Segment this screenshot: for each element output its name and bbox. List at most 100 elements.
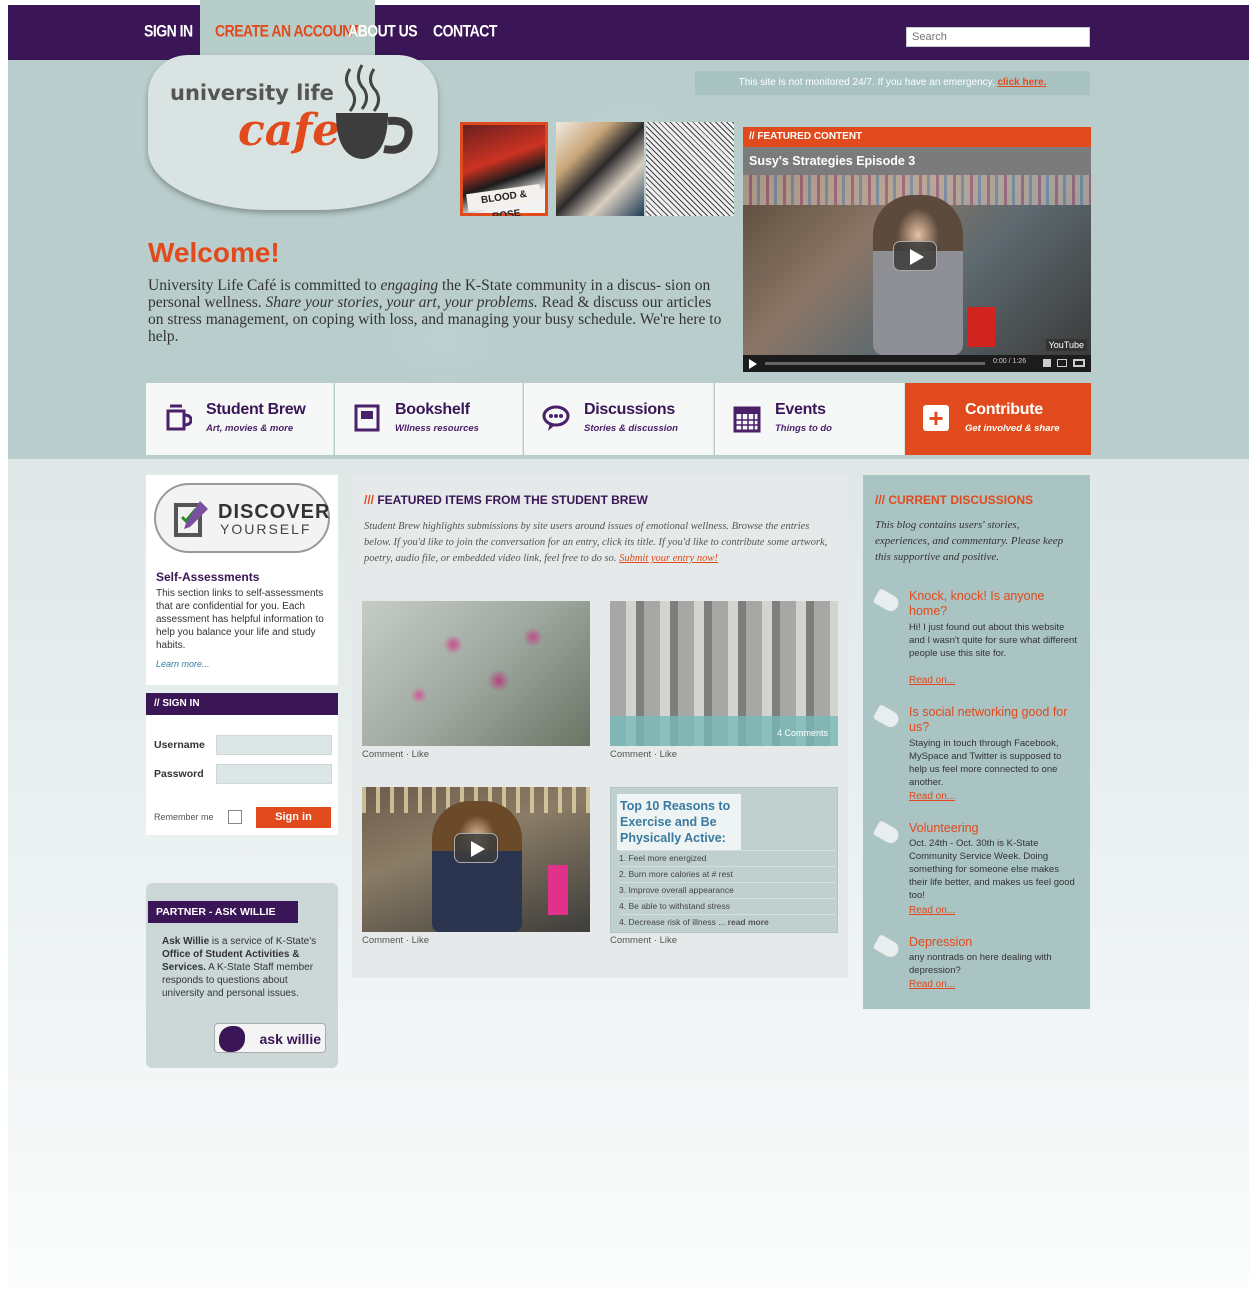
logo-text-university-life: university life bbox=[170, 81, 334, 105]
self-assessments-title[interactable]: Self-Assessments bbox=[156, 570, 259, 584]
ask-willie-logo[interactable]: ask willie bbox=[214, 1023, 326, 1053]
book-icon bbox=[354, 404, 380, 432]
read-more-link[interactable]: read more bbox=[728, 917, 769, 927]
tab-events-sub: Things to do bbox=[775, 423, 832, 434]
username-field[interactable] bbox=[216, 735, 332, 755]
ask-willie-text: Ask Willie is a service of K-State's Off… bbox=[162, 935, 332, 1000]
like-link[interactable]: Like bbox=[660, 935, 677, 946]
youtube-logo[interactable]: YouTube bbox=[1045, 339, 1087, 351]
brew-item-flowers-meta: Comment · Like bbox=[362, 749, 430, 760]
tab-events[interactable]: Events Things to do bbox=[715, 383, 905, 455]
tag-icon bbox=[872, 704, 902, 730]
brew-item-video[interactable] bbox=[362, 787, 590, 932]
comments-count[interactable]: 4 Comments bbox=[777, 728, 828, 738]
tab-student-brew[interactable]: Student Brew Art, movies & more bbox=[146, 383, 334, 455]
tab-bookshelf-sub: Wllness resources bbox=[395, 423, 479, 434]
brew-item-silos[interactable]: 4 Comments bbox=[610, 601, 838, 746]
yourself-text: YOURSELF bbox=[220, 521, 312, 537]
discussion-title[interactable]: Volunteering bbox=[909, 821, 1079, 836]
remember-me-label: Remember me bbox=[154, 812, 214, 822]
video-person bbox=[873, 195, 963, 355]
video-presenter bbox=[432, 801, 522, 932]
emergency-text: This site is not monitored 24/7. If you … bbox=[738, 77, 995, 88]
signin-header: // SIGN IN bbox=[146, 693, 338, 715]
read-on-link[interactable]: Read on... bbox=[909, 791, 955, 802]
top10-meta: Comment · Like bbox=[610, 935, 678, 946]
plus-icon: + bbox=[923, 405, 949, 431]
video-controls: 0:00 / 1:26 bbox=[743, 355, 1091, 372]
discussion-body: Hi! I just found out about this website … bbox=[909, 622, 1077, 659]
wildcat-icon bbox=[219, 1026, 245, 1052]
thumbnail-blood-rose[interactable]: BLOOD & ROSE bbox=[460, 122, 548, 216]
remember-me-checkbox[interactable] bbox=[228, 810, 242, 824]
comment-link[interactable]: Comment bbox=[610, 749, 651, 760]
student-brew-header: /// FEATURED ITEMS FROM THE STUDENT BREW bbox=[364, 493, 648, 507]
current-discussions-header-text: CURRENT DISCUSSIONS bbox=[885, 493, 1034, 507]
read-on-link[interactable]: Read on... bbox=[909, 979, 955, 990]
student-brew-panel: /// FEATURED ITEMS FROM THE STUDENT BREW… bbox=[352, 475, 848, 978]
discussion-title[interactable]: Is social networking good for us? bbox=[909, 705, 1079, 735]
featured-title[interactable]: Susy's Strategies Episode 3 bbox=[743, 147, 1091, 175]
video-time: 0:00 / 1:26 bbox=[993, 358, 1027, 365]
cup-icon bbox=[166, 404, 192, 431]
learn-more-link[interactable]: Learn more... bbox=[156, 659, 210, 669]
current-discussions-panel: /// CURRENT DISCUSSIONS This blog contai… bbox=[863, 475, 1090, 1009]
read-on-link[interactable]: Read on... bbox=[909, 905, 955, 916]
video-progress-bar[interactable] bbox=[765, 362, 985, 365]
like-link[interactable]: Like bbox=[412, 749, 429, 760]
password-label: Password bbox=[154, 768, 204, 780]
featured-video[interactable]: YouTube bbox=[743, 175, 1091, 355]
welcome-title: Welcome! bbox=[148, 237, 280, 268]
discussion-body: Staying in touch through Facebook, MySpa… bbox=[909, 738, 1062, 788]
nav-contact[interactable]: CONTACT bbox=[433, 0, 497, 66]
welcome-text: University Life Café is committed to eng… bbox=[148, 277, 728, 345]
thumbnail-artwork-3[interactable] bbox=[646, 122, 734, 216]
password-field[interactable] bbox=[216, 764, 332, 784]
username-label: Username bbox=[154, 739, 205, 751]
read-on-link[interactable]: Read on... bbox=[909, 675, 955, 686]
comment-link[interactable]: Comment bbox=[610, 935, 651, 946]
clipboard-icon bbox=[174, 501, 208, 537]
play-button[interactable] bbox=[454, 833, 498, 863]
play-button[interactable] bbox=[893, 241, 937, 271]
discussion-title[interactable]: Knock, knock! Is anyone home? bbox=[909, 589, 1079, 619]
tab-bookshelf[interactable]: Bookshelf Wllness resources bbox=[335, 383, 523, 455]
current-discussions-header-prefix: /// bbox=[875, 493, 886, 507]
signin-form: Username Password Remember me Sign in bbox=[146, 715, 338, 835]
ask-willie-name: Ask Willie bbox=[162, 936, 210, 947]
tab-contribute-sub: Get involved & share bbox=[965, 423, 1060, 434]
discover-yourself-badge[interactable]: DISCOVER YOURSELF bbox=[154, 483, 330, 553]
top-nav: SIGN IN CREATE AN ACCOUNT ABOUT US CONTA… bbox=[8, 0, 1249, 66]
tab-discussions[interactable]: Discussions Stories & discussion bbox=[524, 383, 714, 455]
like-link[interactable]: Like bbox=[660, 749, 677, 760]
comment-link[interactable]: Comment bbox=[362, 935, 403, 946]
welcome-text-em-2: Share your stories, your art, your probl… bbox=[265, 294, 538, 311]
quality-icon[interactable] bbox=[1057, 359, 1067, 367]
submit-entry-link[interactable]: Submit your entry now! bbox=[619, 553, 718, 564]
ask-willie-text-1: is a service of K-State's bbox=[209, 936, 317, 947]
student-brew-header-prefix: /// bbox=[364, 493, 375, 507]
comment-link[interactable]: Comment bbox=[362, 749, 403, 760]
tab-bookshelf-title: Bookshelf bbox=[395, 401, 470, 418]
featured-content: // FEATURED CONTENT Susy's Strategies Ep… bbox=[743, 127, 1091, 372]
emergency-link[interactable]: click here. bbox=[997, 77, 1046, 88]
student-brew-intro: Student Brew highlights submissions by s… bbox=[364, 519, 834, 567]
brew-item-flowers[interactable] bbox=[362, 601, 590, 746]
self-assessments-text: This section links to self-assessments t… bbox=[156, 588, 324, 651]
speech-bubble-icon bbox=[542, 405, 570, 431]
fullscreen-icon[interactable] bbox=[1073, 359, 1085, 367]
tag-icon bbox=[872, 934, 902, 960]
volume-icon[interactable] bbox=[1043, 359, 1051, 367]
like-link[interactable]: Like bbox=[412, 935, 429, 946]
top10-title[interactable]: Top 10 Reasons to Exercise and Be Physic… bbox=[617, 794, 741, 850]
tab-contribute[interactable]: + Contribute Get involved & share bbox=[905, 383, 1091, 455]
sign-in-button[interactable]: Sign in bbox=[256, 807, 331, 828]
ask-willie-header: PARTNER - ASK WILLIE bbox=[148, 901, 298, 923]
thumbnail-artwork-2[interactable] bbox=[556, 122, 644, 216]
top10-exercise-card[interactable]: Top 10 Reasons to Exercise and Be Physic… bbox=[610, 787, 838, 933]
emergency-notice: This site is not monitored 24/7. If you … bbox=[695, 71, 1090, 95]
video-play-icon[interactable] bbox=[749, 359, 757, 369]
site-logo[interactable]: university life cafe bbox=[148, 55, 438, 210]
discussion-title[interactable]: Depression bbox=[909, 935, 1079, 950]
search-input[interactable] bbox=[906, 27, 1090, 47]
